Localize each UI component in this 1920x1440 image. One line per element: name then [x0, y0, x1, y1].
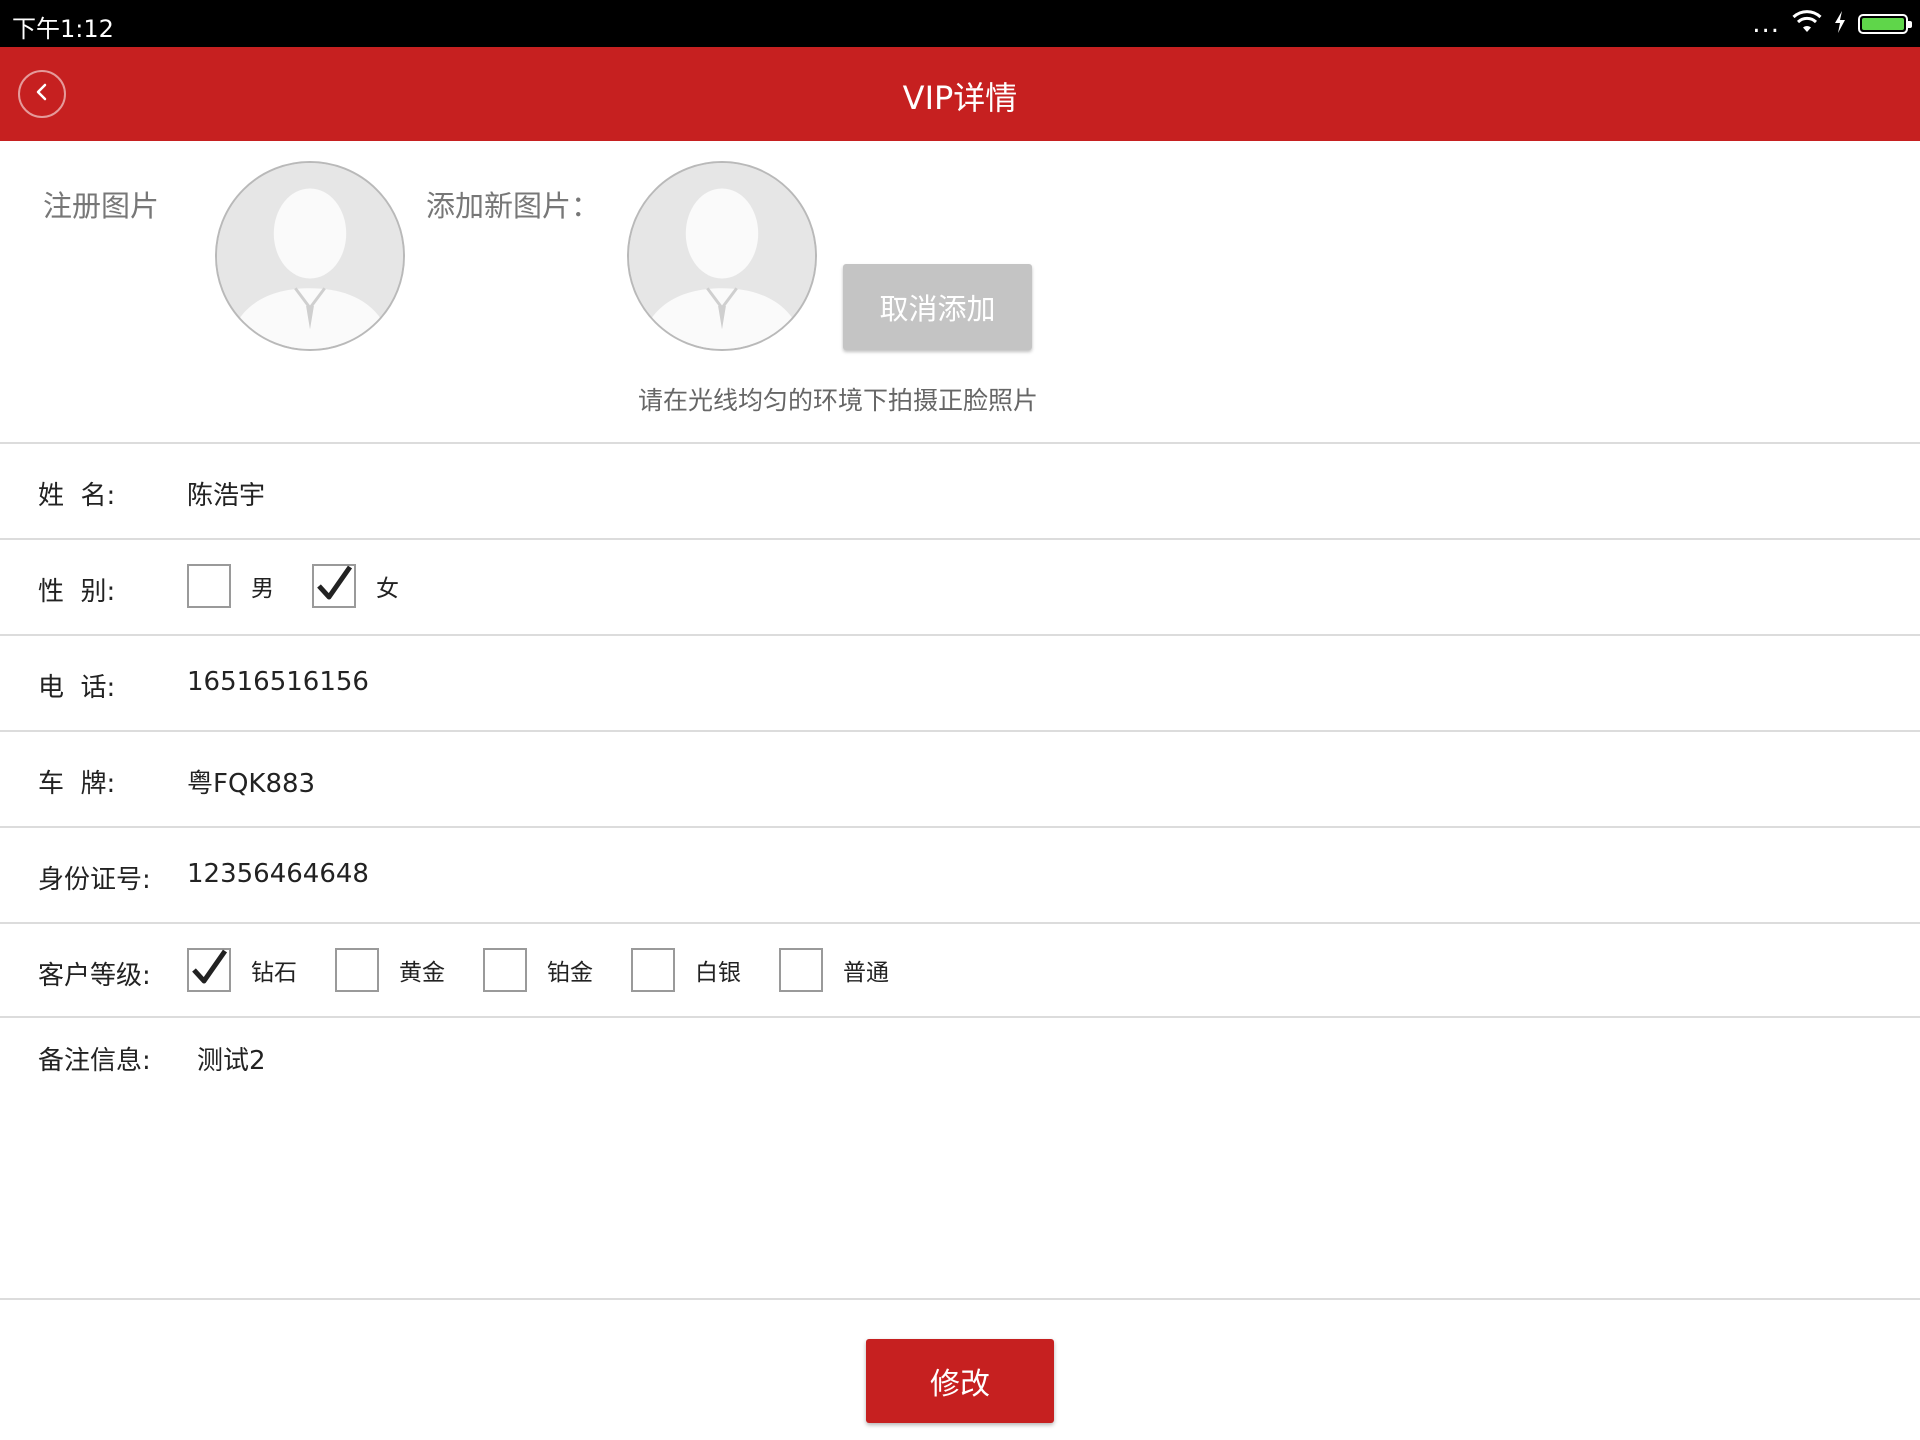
- person-placeholder-icon: [217, 163, 403, 349]
- phone-row: 电 话: 16516516156: [0, 636, 1920, 730]
- phone-field[interactable]: 16516516156: [187, 667, 369, 697]
- id-number-field[interactable]: 12356464648: [187, 859, 369, 889]
- registered-avatar: [215, 161, 405, 351]
- battery-icon: [1858, 14, 1912, 34]
- level-gold-checkbox[interactable]: [335, 948, 379, 992]
- id-number-row: 身份证号: 12356464648: [0, 828, 1920, 922]
- name-field[interactable]: 陈浩宇: [187, 475, 265, 512]
- gender-label: 性 别:: [38, 577, 116, 607]
- customer-level-options: 钻石 黄金 铂金 白银 普通: [187, 948, 927, 992]
- person-placeholder-icon: [629, 163, 815, 349]
- gender-male-label: 男: [251, 576, 274, 602]
- more-dots-icon: ...: [1752, 9, 1780, 39]
- level-option-platinum[interactable]: 铂金: [483, 948, 593, 992]
- photo-section: 注册图片 添加新图片： 取消添加 请在光线均匀的环境下拍摄正脸照片: [0, 141, 1920, 443]
- plate-field[interactable]: 粤FQK883: [187, 763, 315, 800]
- level-diamond-checkbox[interactable]: [187, 948, 231, 992]
- cancel-add-button[interactable]: 取消添加: [843, 264, 1032, 350]
- remark-label: 备注信息:: [38, 1046, 151, 1076]
- page-title: VIP详情: [902, 79, 1018, 117]
- plate-row: 车 牌: 粤FQK883: [0, 732, 1920, 826]
- name-row: 姓 名: 陈浩宇: [0, 444, 1920, 538]
- remark-field[interactable]: 测试2: [197, 1040, 266, 1077]
- gender-male-checkbox[interactable]: [187, 564, 231, 608]
- gender-option-male[interactable]: 男: [187, 564, 274, 608]
- gender-female-label: 女: [376, 576, 399, 602]
- add-photo-avatar[interactable]: [627, 161, 817, 351]
- level-platinum-checkbox[interactable]: [483, 948, 527, 992]
- level-option-diamond[interactable]: 钻石: [187, 948, 297, 992]
- status-icons: ...: [1752, 9, 1912, 39]
- checkmark-icon: [189, 948, 229, 992]
- customer-level-row: 客户等级: 钻石 黄金 铂金 白银 普通: [0, 924, 1920, 1018]
- name-label: 姓 名:: [38, 481, 116, 511]
- customer-level-label: 客户等级:: [38, 961, 151, 991]
- gender-option-female[interactable]: 女: [312, 564, 399, 608]
- wifi-icon: [1792, 10, 1822, 38]
- level-platinum-label: 铂金: [547, 960, 593, 986]
- status-time: 下午1:12: [12, 15, 114, 43]
- divider: [0, 1298, 1920, 1300]
- gender-row: 性 别: 男 女: [0, 540, 1920, 634]
- phone-label: 电 话:: [38, 673, 116, 703]
- level-diamond-label: 钻石: [251, 960, 297, 986]
- gender-options: 男 女: [187, 564, 437, 608]
- add-photo-label: 添加新图片：: [426, 189, 601, 223]
- checkmark-icon: [314, 564, 354, 608]
- plate-label: 车 牌:: [38, 769, 116, 799]
- registered-photo-label: 注册图片: [43, 189, 160, 223]
- level-option-normal[interactable]: 普通: [779, 948, 889, 992]
- level-option-gold[interactable]: 黄金: [335, 948, 445, 992]
- gender-female-checkbox[interactable]: [312, 564, 356, 608]
- level-silver-label: 白银: [695, 960, 741, 986]
- level-silver-checkbox[interactable]: [631, 948, 675, 992]
- charging-icon: [1834, 11, 1846, 37]
- app-header: VIP详情: [0, 47, 1920, 141]
- level-normal-checkbox[interactable]: [779, 948, 823, 992]
- status-bar: 下午1:12 ...: [0, 0, 1920, 47]
- photo-hint: 请在光线均匀的环境下拍摄正脸照片: [638, 386, 1039, 415]
- level-option-silver[interactable]: 白银: [631, 948, 741, 992]
- remark-row: 备注信息: 测试2: [0, 1018, 1920, 1298]
- level-normal-label: 普通: [843, 960, 889, 986]
- id-number-label: 身份证号:: [38, 865, 151, 895]
- level-gold-label: 黄金: [399, 960, 445, 986]
- modify-button[interactable]: 修改: [866, 1339, 1054, 1423]
